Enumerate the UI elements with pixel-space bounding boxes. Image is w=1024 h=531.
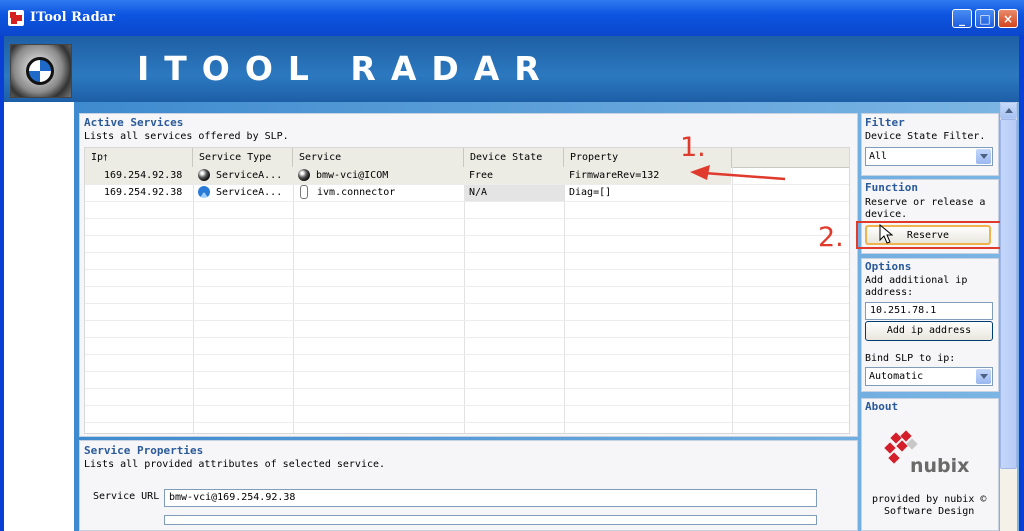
cell-service-text: ivm.connector (317, 187, 396, 198)
device-state-filter-value: All (869, 151, 888, 162)
cell-service-type[interactable]: ServiceA... (193, 168, 282, 184)
annotation-step-1: 1. (680, 132, 706, 163)
bind-slp-label: Bind SLP to ip: (865, 353, 956, 364)
close-icon[interactable]: × (998, 9, 1018, 28)
arrow-annotation-icon (690, 165, 786, 181)
software-design-text: Software Design (884, 506, 975, 517)
service-blue-icon (198, 186, 210, 198)
bind-slp-select[interactable]: Automatic (865, 367, 993, 386)
device-state-filter-select[interactable]: All (865, 147, 993, 166)
title-bar[interactable]: ITool Radar _ □ × (0, 0, 1024, 36)
window-title: ITool Radar (30, 10, 115, 25)
column-header-service[interactable]: Service (293, 148, 464, 167)
maximize-icon[interactable]: □ (975, 9, 995, 28)
add-ip-address-button[interactable]: Add ip address (865, 321, 993, 341)
active-services-desc: Lists all services offered by SLP. (84, 131, 289, 142)
connector-icon (300, 185, 308, 199)
cursor-icon (879, 224, 893, 244)
cell-device-state[interactable]: N/A (464, 185, 564, 201)
filter-title: Filter (865, 116, 905, 129)
nubix-logo-text: nubix (910, 455, 970, 477)
cell-ip[interactable]: 169.254.92.38 (99, 168, 182, 184)
cell-property[interactable]: FirmwareRev=132 (564, 168, 659, 184)
service-url-label: Service URL (93, 491, 160, 502)
options-desc: Add additional ip address: (865, 275, 968, 298)
column-header-ip[interactable]: Ip† (85, 148, 193, 167)
cell-service-type-text: ServiceA... (216, 170, 283, 181)
scroll-thumb[interactable] (1000, 119, 1017, 469)
service-properties-title: Service Properties (84, 444, 204, 457)
options-title: Options (865, 260, 912, 273)
function-title: Function (865, 181, 918, 194)
cell-service[interactable]: ivm.connector (293, 185, 395, 201)
filter-label: Device State Filter. (865, 131, 986, 142)
minimize-icon[interactable]: _ (952, 9, 972, 28)
column-header-service-type[interactable]: Service Type (193, 148, 293, 167)
column-header-device-state[interactable]: Device State (464, 148, 564, 167)
sort-indicator-icon: † (103, 153, 108, 162)
column-label-ip: Ip (91, 152, 104, 163)
globe-icon (298, 169, 310, 181)
cell-service-type-text: ServiceA... (216, 187, 283, 198)
cell-device-state[interactable]: Free (464, 168, 493, 184)
provided-by-text: provided by nubix © (872, 494, 987, 505)
app-icon[interactable] (8, 10, 24, 26)
annotation-step-2: 2. (818, 222, 844, 253)
next-property-field[interactable] (164, 515, 817, 525)
vertical-scrollbar[interactable] (1000, 102, 1017, 531)
active-services-title: Active Services (84, 116, 184, 129)
dropdown-arrow-icon[interactable] (976, 149, 991, 164)
dropdown-arrow-icon[interactable] (976, 369, 991, 384)
banner-title: ITOOL RADAR (137, 49, 555, 88)
cell-service[interactable]: bmw-vci@ICOM (293, 168, 388, 184)
cell-property[interactable]: Diag=[] (564, 185, 611, 201)
additional-ip-input[interactable]: 10.251.78.1 (865, 302, 993, 320)
cell-ip[interactable]: 169.254.92.38 (99, 185, 182, 201)
bind-slp-value: Automatic (869, 371, 924, 382)
about-title: About (865, 400, 899, 413)
function-desc: Reserve or release a device. (865, 197, 986, 220)
cell-service-type[interactable]: ServiceA... (193, 185, 282, 201)
service-properties-desc: Lists all provided attributes of selecte… (84, 459, 386, 470)
cell-service-text: bmw-vci@ICOM (316, 170, 389, 181)
bmw-logo-icon (10, 44, 72, 98)
globe-icon (198, 169, 210, 181)
services-table[interactable]: Ip† Service Type Service Device State Pr… (84, 147, 850, 434)
service-url-field[interactable]: bmw-vci@169.254.92.38 (164, 489, 817, 507)
scroll-up-icon[interactable] (1000, 102, 1017, 119)
